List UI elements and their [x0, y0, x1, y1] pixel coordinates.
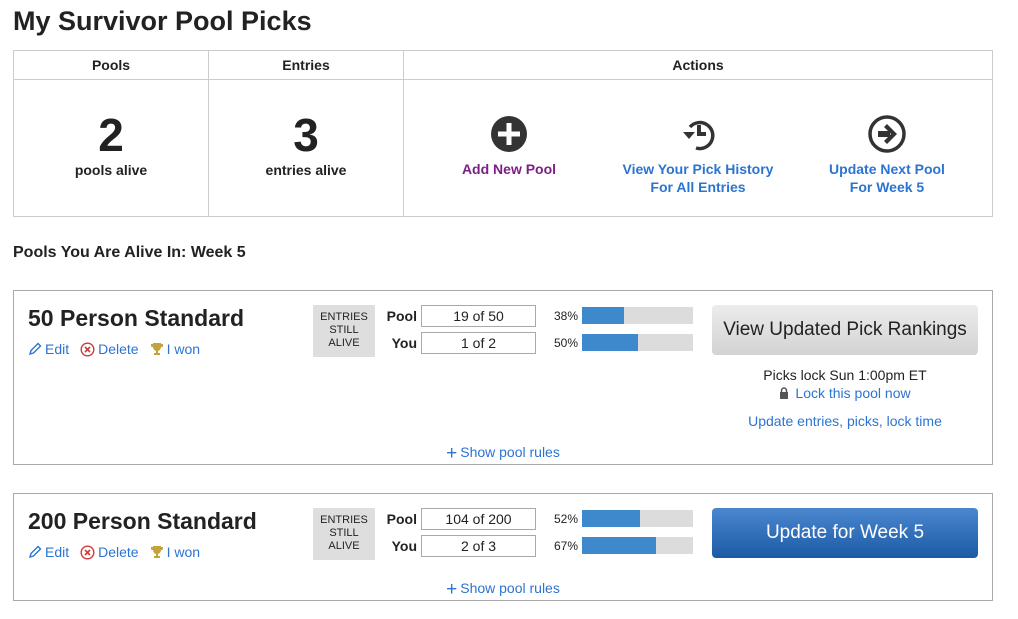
entries-still-alive-badge: ENTRIES STILL ALIVE: [313, 508, 375, 560]
pool-percent: 38%: [554, 308, 579, 323]
pencil-icon: [28, 545, 42, 559]
trophy-icon: [150, 343, 163, 355]
entries-alive-label: entries alive: [265, 162, 347, 178]
pool-progress-fill: [582, 307, 625, 324]
edit-link[interactable]: Edit: [28, 341, 69, 357]
delete-circle-icon: [80, 544, 95, 560]
badge-line: STILL: [329, 527, 359, 539]
pool-label: Pool: [386, 511, 417, 527]
pool-stat-row: Pool 104 of 200: [383, 508, 536, 530]
badge-line: ALIVE: [328, 540, 360, 552]
add-new-pool-label: Add New Pool: [461, 161, 557, 177]
actions-cell: Add New Pool View Your Pick History For …: [404, 80, 992, 216]
you-value: 2 of 3: [421, 535, 536, 557]
edit-label: Edit: [45, 544, 70, 560]
update-entries-link[interactable]: Update entries, picks, lock time: [712, 413, 978, 429]
you-percent: 50%: [554, 335, 579, 350]
you-progress: 67%: [554, 537, 693, 554]
pool-percent: 52%: [554, 511, 579, 526]
you-label: You: [391, 335, 417, 351]
pool-links: Edit Delete I won: [28, 341, 200, 357]
badge-line: ENTRIES: [320, 311, 368, 323]
rules-row: + Show pool rules: [14, 443, 992, 465]
show-pool-rules-label: Show pool rules: [460, 444, 560, 460]
delete-circle-icon: [80, 341, 95, 357]
view-pick-history-action[interactable]: View Your Pick History For All Entries: [598, 114, 798, 196]
pool-progress-bar: [582, 307, 693, 324]
i-won-label: I won: [166, 544, 201, 560]
you-value: 1 of 2: [421, 332, 536, 354]
show-pool-rules-link[interactable]: + Show pool rules: [446, 443, 560, 464]
pools-header: Pools: [14, 51, 209, 80]
pool-name: 200 Person Standard: [28, 508, 257, 534]
plus-icon: +: [446, 443, 458, 464]
pool-value: 19 of 50: [421, 305, 536, 327]
view-updated-pick-rankings-button[interactable]: View Updated Pick Rankings: [712, 305, 978, 355]
rules-row: + Show pool rules: [14, 579, 992, 601]
pool-card: 200 Person Standard Edit Delete I won EN…: [13, 493, 993, 601]
edit-label: Edit: [45, 341, 70, 357]
you-progress: 50%: [554, 334, 693, 351]
pools-alive-cell: 2 pools alive: [14, 80, 209, 216]
plus-circle-icon: [491, 116, 527, 152]
entries-alive-cell: 3 entries alive: [209, 80, 404, 216]
delete-label: Delete: [98, 341, 139, 357]
you-label: You: [391, 538, 417, 554]
show-pool-rules-link[interactable]: + Show pool rules: [446, 579, 560, 600]
actions-header: Actions: [404, 51, 992, 80]
pool-card: 50 Person Standard Edit Delete I won ENT…: [13, 290, 993, 465]
edit-link[interactable]: Edit: [28, 544, 69, 560]
pool-name: 50 Person Standard: [28, 305, 245, 331]
pick-history-line1: View Your Pick History: [622, 161, 774, 177]
arrow-right-circle-icon: [868, 115, 906, 153]
page-title: My Survivor Pool Picks: [13, 6, 312, 36]
badge-line: ALIVE: [328, 337, 360, 349]
entries-header: Entries: [209, 51, 404, 80]
pool-progress: 52%: [554, 510, 693, 527]
you-progress-fill: [582, 537, 657, 554]
entries-alive-count: 3: [293, 109, 319, 161]
pool-links: Edit Delete I won: [28, 544, 200, 560]
i-won-label: I won: [166, 341, 201, 357]
update-next-line1: Update Next Pool: [829, 161, 945, 177]
entries-still-alive-badge: ENTRIES STILL ALIVE: [313, 305, 375, 357]
you-progress-bar: [582, 537, 693, 554]
pools-alive-label: pools alive: [74, 162, 148, 178]
update-next-pool-action[interactable]: Update Next Pool For Week 5: [787, 114, 987, 196]
pool-progress-bar: [582, 510, 693, 527]
i-won-link[interactable]: I won: [150, 544, 200, 560]
you-progress-fill: [582, 334, 638, 351]
i-won-link[interactable]: I won: [150, 341, 200, 357]
pencil-icon: [28, 342, 42, 356]
section-title: Pools You Are Alive In: Week 5: [13, 244, 246, 261]
update-next-line2: For Week 5: [849, 179, 925, 195]
badge-line: ENTRIES: [320, 514, 368, 526]
history-icon: [683, 120, 715, 151]
pick-history-line2: For All Entries: [650, 179, 746, 195]
pool-progress: 38%: [554, 307, 693, 324]
lock-pool-now-label: Lock this pool now: [795, 385, 911, 401]
badge-line: STILL: [329, 324, 359, 336]
you-progress-bar: [582, 334, 693, 351]
pool-label: Pool: [386, 308, 417, 324]
you-stat-row: You 1 of 2: [383, 332, 536, 354]
delete-label: Delete: [98, 544, 139, 560]
pool-progress-fill: [582, 510, 640, 527]
plus-icon: +: [446, 579, 458, 600]
pool-stat-row: Pool 19 of 50: [383, 305, 536, 327]
you-stat-row: You 2 of 3: [383, 535, 536, 557]
you-percent: 67%: [554, 538, 579, 553]
add-new-pool-action[interactable]: Add New Pool: [409, 114, 609, 178]
show-pool-rules-label: Show pool rules: [460, 580, 560, 596]
summary-table: Pools Entries Actions 2 pools alive 3 en…: [13, 50, 993, 217]
update-for-week-button[interactable]: Update for Week 5: [712, 508, 978, 558]
pool-value: 104 of 200: [421, 508, 536, 530]
trophy-icon: [150, 546, 163, 558]
lock-icon: [780, 387, 789, 399]
pools-alive-count: 2: [98, 109, 124, 161]
delete-link[interactable]: Delete: [80, 341, 139, 357]
lock-pool-now-link[interactable]: Lock this pool now: [712, 385, 978, 401]
delete-link[interactable]: Delete: [80, 544, 139, 560]
picks-lock-time: Picks lock Sun 1:00pm ET: [763, 367, 927, 383]
